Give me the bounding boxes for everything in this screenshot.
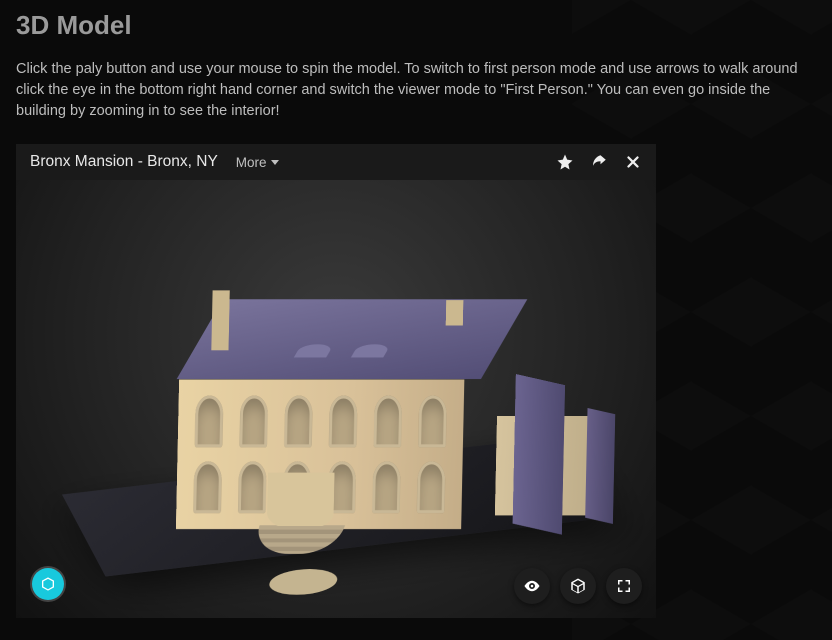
fullscreen-button[interactable] <box>606 568 642 604</box>
section-heading: 3D Model <box>16 10 816 41</box>
viewer-header: Bronx Mansion - Bronx, NY More <box>16 144 656 180</box>
sketchfab-cube-icon <box>40 576 56 592</box>
fullscreen-icon <box>615 577 633 595</box>
close-icon[interactable] <box>624 153 642 171</box>
share-icon[interactable] <box>590 153 608 171</box>
eye-icon <box>523 577 541 595</box>
section-description: Click the paly button and use your mouse… <box>16 59 816 122</box>
chevron-down-icon <box>271 160 279 165</box>
view-mode-button[interactable] <box>514 568 550 604</box>
model-viewer[interactable]: Bronx Mansion - Bronx, NY More <box>16 144 656 618</box>
model-title: Bronx Mansion - Bronx, NY <box>30 153 218 171</box>
sketchfab-logo-button[interactable] <box>32 568 64 600</box>
more-label: More <box>236 155 267 170</box>
cube-icon <box>569 577 587 595</box>
ar-vr-button[interactable] <box>560 568 596 604</box>
star-icon[interactable] <box>556 153 574 171</box>
more-dropdown[interactable]: More <box>236 155 279 170</box>
viewer-canvas[interactable] <box>16 180 656 618</box>
